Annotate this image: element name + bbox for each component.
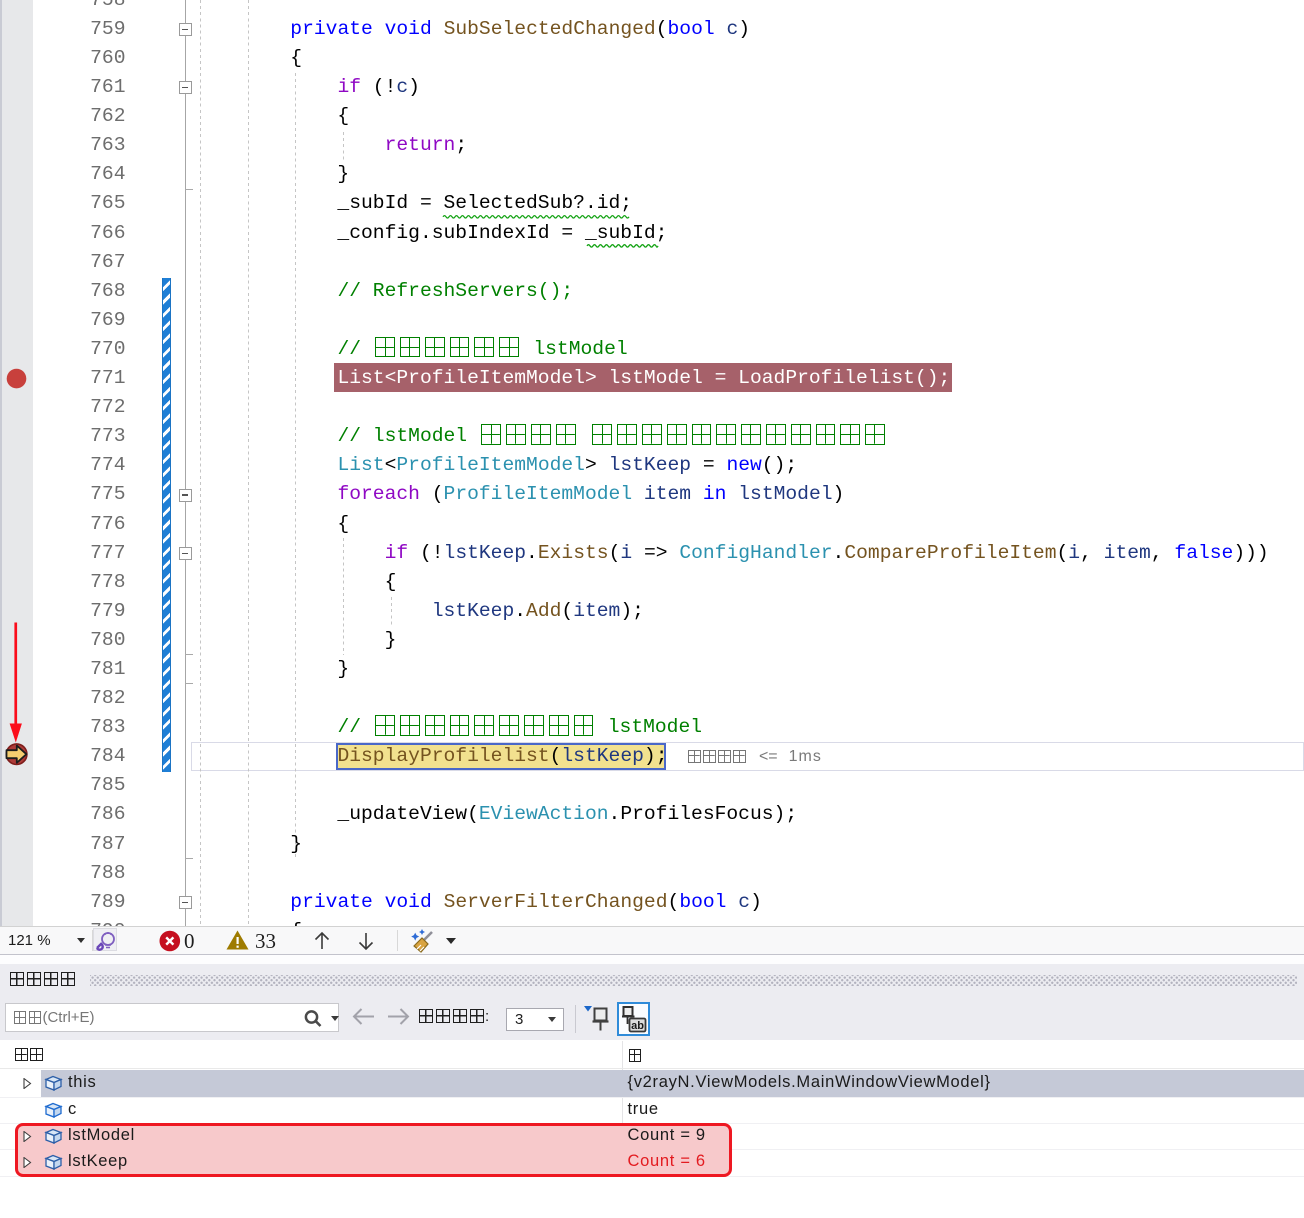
svg-text:ab: ab — [631, 1020, 644, 1032]
